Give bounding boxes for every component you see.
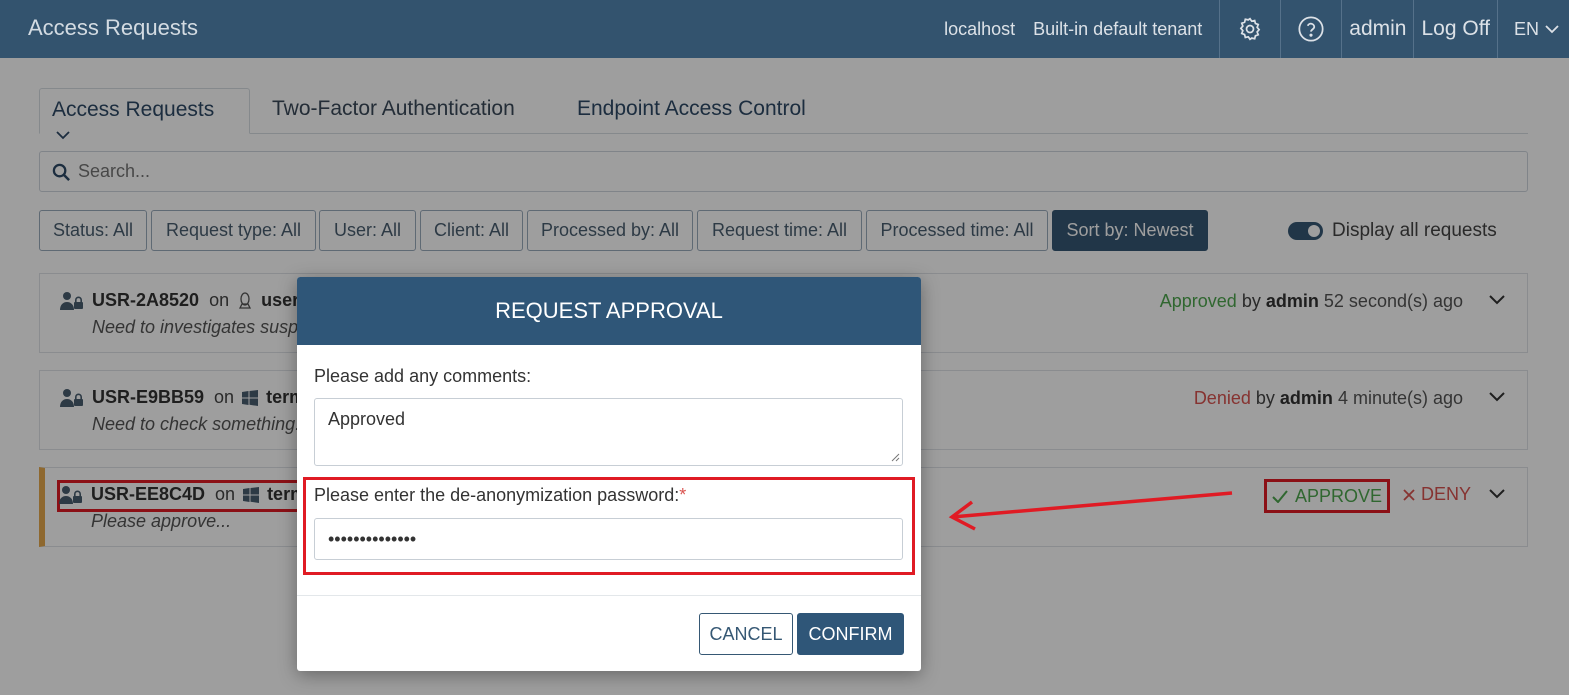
confirm-button[interactable]: CONFIRM bbox=[797, 613, 904, 655]
comments-label: Please add any comments: bbox=[314, 366, 532, 386]
cancel-button[interactable]: CANCEL bbox=[699, 613, 793, 655]
request-approval-dialog: REQUEST APPROVAL Please add any comments… bbox=[297, 277, 921, 671]
modal-backdrop-header bbox=[0, 0, 1569, 58]
password-field[interactable] bbox=[314, 518, 903, 560]
required-mark: * bbox=[679, 485, 687, 505]
resize-grip-icon[interactable] bbox=[891, 453, 900, 462]
comments-field[interactable]: Approved bbox=[314, 398, 903, 466]
divider bbox=[297, 595, 921, 596]
password-label: Please enter the de-anonymization passwo… bbox=[314, 485, 686, 506]
password-label-text: Please enter the de-anonymization passwo… bbox=[314, 485, 680, 505]
dialog-title: REQUEST APPROVAL bbox=[297, 277, 921, 345]
annotation-arrow-icon bbox=[948, 491, 1233, 531]
